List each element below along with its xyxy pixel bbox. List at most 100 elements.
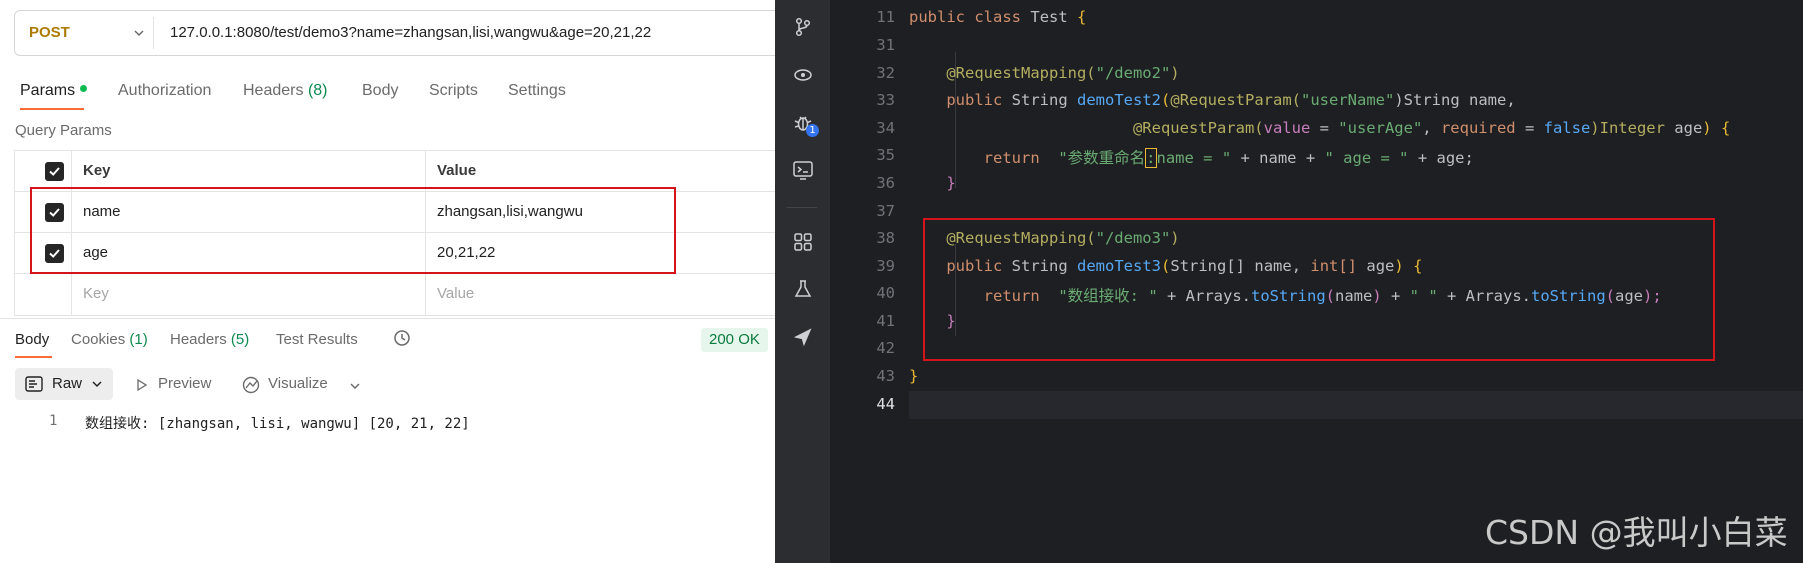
chevron-down-icon[interactable] (132, 26, 146, 40)
code-token: ) (1702, 119, 1712, 137)
code-token: Test (1030, 8, 1068, 26)
code-token: name = " (1156, 149, 1232, 167)
code-token: class (974, 8, 1022, 26)
table-header-row: Key Value (15, 151, 775, 192)
code-token: )Integer (1590, 119, 1665, 137)
code-token: value (1263, 119, 1311, 137)
line-number: 39 (876, 257, 895, 275)
document-icon (25, 376, 43, 392)
services-icon[interactable] (792, 64, 814, 86)
code-token: "参数重命名 (1058, 149, 1146, 167)
code-token: name (1469, 91, 1507, 109)
code-token: , (1422, 119, 1441, 137)
code-line-33[interactable]: public String demoTest2(@RequestParam("u… (909, 91, 1516, 109)
column-divider (71, 274, 72, 315)
response-tab-test-results[interactable]: Test Results (276, 331, 358, 348)
structure-icon[interactable] (792, 231, 814, 253)
chevron-down-icon[interactable] (349, 380, 361, 392)
code-token: { (1077, 8, 1087, 26)
checkmark-icon (49, 167, 60, 176)
code-token: @RequestParam( (1170, 91, 1302, 109)
code-line-34[interactable]: @RequestParam(value = "userAge", require… (909, 119, 1730, 137)
code-token: "userName" (1301, 91, 1395, 109)
line-number: 38 (876, 229, 895, 247)
tab-body-label: Body (362, 82, 399, 99)
code-line-36[interactable]: } (909, 174, 955, 192)
code-token: = (1515, 119, 1544, 137)
select-all-cell (15, 151, 71, 191)
response-tab-test-results-label: Test Results (276, 331, 358, 348)
column-divider (425, 274, 426, 315)
column-divider (71, 151, 72, 191)
tab-headers-label: Headers (243, 82, 304, 99)
raw-view-button[interactable]: Raw (15, 368, 113, 400)
tab-body[interactable]: Body (362, 82, 398, 100)
rail-separator (787, 207, 817, 208)
visualize-button[interactable]: Visualize (268, 375, 328, 392)
code-token: , (1506, 91, 1516, 109)
response-tab-headers-label: Headers (170, 331, 227, 348)
code-token: false (1543, 119, 1591, 137)
git-branch-icon[interactable] (792, 16, 814, 38)
highlight-box (30, 187, 676, 274)
tool-window-rail: 1 (775, 0, 831, 563)
tab-params[interactable]: Params (20, 82, 88, 100)
line-number: 40 (876, 284, 895, 302)
code-token: "userAge" (1338, 119, 1423, 137)
send-icon[interactable] (792, 326, 814, 348)
tab-settings-label: Settings (508, 82, 566, 99)
code-line-32[interactable]: @RequestMapping("/demo2") (909, 64, 1179, 82)
new-key-input[interactable]: Key (83, 285, 109, 302)
row-check-cell (15, 274, 71, 315)
code-token: age (1674, 119, 1703, 137)
line-number: 37 (876, 202, 895, 220)
visualize-icon (242, 376, 260, 394)
tab-settings[interactable]: Settings (508, 82, 566, 100)
response-tab-body[interactable]: Body (15, 331, 49, 348)
code-token: public (946, 91, 1003, 109)
query-params-label: Query Params (15, 122, 112, 139)
tab-headers[interactable]: Headers (8) (243, 82, 328, 100)
line-number: 41 (876, 312, 895, 330)
column-divider (425, 151, 426, 191)
tab-authorization[interactable]: Authorization (118, 82, 211, 100)
code-line-11[interactable]: public class Test { (909, 8, 1086, 26)
tab-params-label: Params (20, 82, 76, 99)
select-all-checkbox[interactable] (45, 162, 64, 181)
code-token: @RequestMapping( (946, 64, 1096, 82)
line-number: 31 (876, 36, 895, 54)
preview-button[interactable]: Preview (158, 375, 211, 392)
request-url-input[interactable]: 127.0.0.1:8080/test/demo3?name=zhangsan,… (170, 24, 651, 41)
code-token: )String (1394, 91, 1460, 109)
tab-scripts[interactable]: Scripts (429, 82, 478, 100)
code-token: demoTest2 (1077, 91, 1162, 109)
tab-scripts-label: Scripts (429, 82, 478, 99)
code-line-35[interactable]: return "参数重命名:name = " + name + " age = … (909, 146, 1474, 168)
watermark: CSDN @我叫小白菜 (1485, 513, 1788, 552)
terminal-icon[interactable] (792, 159, 814, 181)
response-tab-cookies[interactable]: Cookies (1) (71, 331, 148, 348)
line-number: 36 (876, 174, 895, 192)
new-value-input[interactable]: Value (437, 285, 474, 302)
flask-icon[interactable] (792, 278, 814, 300)
code-line-43[interactable]: } (909, 367, 918, 385)
raw-view-label: Raw (52, 375, 83, 392)
params-active-dot (80, 85, 88, 93)
code-token: { (1720, 119, 1731, 137)
code-token: @RequestParam( (1132, 119, 1264, 137)
response-body-text: 数组接收: [zhangsan, lisi, wangwu] [20, 21, … (85, 416, 470, 432)
response-tab-headers-count: (5) (230, 331, 250, 348)
http-method-select[interactable]: POST (29, 24, 70, 41)
key-column-header: Key (83, 162, 111, 179)
api-client-panel: POST 127.0.0.1:8080/test/demo3?name=zhan… (0, 0, 775, 563)
table-row: Key Value (15, 274, 775, 315)
response-tab-headers[interactable]: Headers (5) (170, 331, 249, 348)
response-divider (0, 318, 775, 319)
history-icon[interactable] (392, 328, 412, 348)
line-number: 33 (876, 91, 895, 109)
code-token: + name + (1231, 149, 1325, 167)
line-number: 35 (876, 146, 895, 164)
active-tab-indicator (20, 108, 84, 110)
code-token: " age = " (1324, 149, 1409, 167)
line-number: 42 (876, 339, 895, 357)
